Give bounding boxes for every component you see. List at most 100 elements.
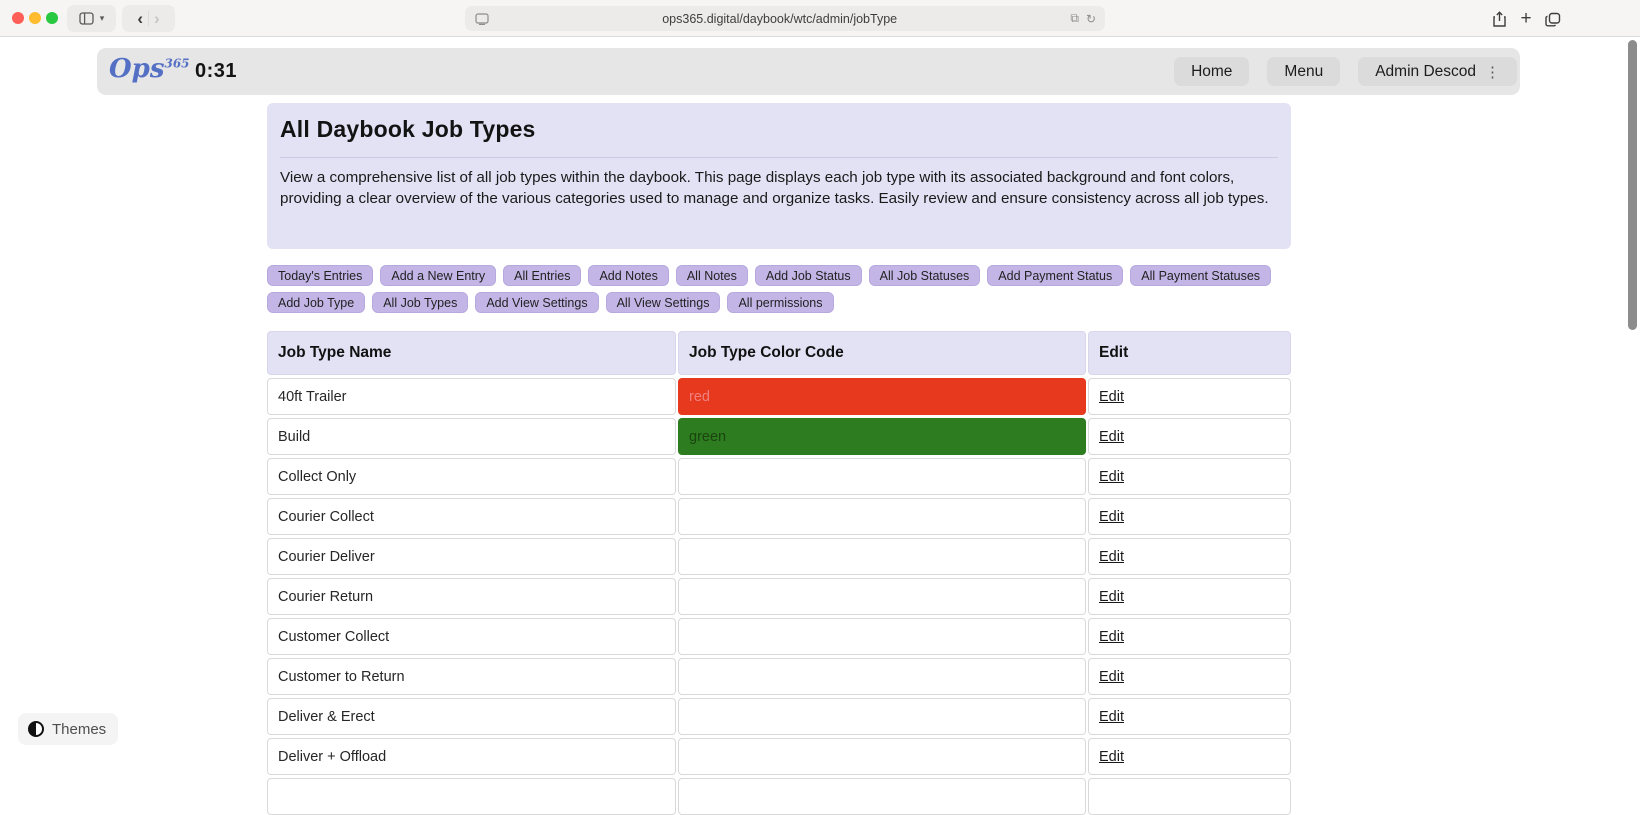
edit-cell: Edit (1088, 658, 1291, 695)
nav-button-label: Home (1191, 62, 1233, 80)
job-type-name-cell: Courier Deliver (267, 538, 676, 575)
app-header: Ops365 0:31 Home Menu Admin Descod ⋮ (97, 48, 1520, 95)
job-type-name-cell: Courier Collect (267, 498, 676, 535)
edit-link[interactable]: Edit (1099, 389, 1124, 405)
edit-link[interactable]: Edit (1099, 709, 1124, 725)
toolbar-button[interactable]: All permissions (727, 292, 834, 313)
nav-button-home[interactable]: Home (1174, 57, 1250, 86)
logo-text: Ops (109, 54, 165, 84)
chevron-down-icon: ▾ (99, 13, 105, 23)
job-type-color-cell: green (678, 418, 1086, 455)
table-row: Deliver & Erect Edit (267, 698, 1291, 735)
back-button[interactable]: ‹ (137, 10, 143, 27)
edit-link[interactable]: Edit (1099, 629, 1124, 645)
toolbar-button[interactable]: Today's Entries (267, 265, 374, 286)
edit-link[interactable]: Edit (1099, 469, 1124, 485)
job-type-color-cell (678, 578, 1086, 615)
job-type-name-cell: Customer Collect (267, 618, 676, 655)
job-type-color-cell (678, 458, 1086, 495)
minimize-window-button[interactable] (29, 12, 41, 24)
theme-toggle-icon (28, 721, 44, 737)
toolbar-button[interactable]: All Payment Statuses (1130, 265, 1272, 286)
edit-link[interactable]: Edit (1099, 749, 1124, 765)
job-type-color-cell: red (678, 378, 1086, 415)
job-type-color-cell (678, 738, 1086, 775)
table-row: Build green Edit (267, 418, 1291, 455)
url-text[interactable]: ops365.digital/daybook/wtc/admin/jobType (489, 12, 1070, 26)
logo-sup: 365 (164, 56, 190, 71)
themes-button[interactable]: Themes (18, 713, 119, 745)
table-header-row: Job Type Name Job Type Color Code Edit (267, 331, 1291, 375)
toolbar-button[interactable]: Add Job Status (754, 265, 862, 286)
table-row: Customer to Return Edit (267, 658, 1291, 695)
page-description: View a comprehensive list of all job typ… (280, 169, 1269, 207)
edit-cell: Edit (1088, 498, 1291, 535)
forward-button[interactable]: › (154, 10, 160, 27)
job-type-name-cell: Deliver + Offload (267, 738, 676, 775)
job-type-name-cell: Courier Return (267, 578, 676, 615)
toolbar-button[interactable]: Add Job Type (267, 292, 366, 313)
job-type-name-cell: Customer to Return (267, 658, 676, 695)
toolbar-button[interactable]: All View Settings (605, 292, 721, 313)
toolbar-button[interactable]: Add Notes (588, 265, 669, 286)
vertical-scrollbar[interactable] (1628, 40, 1637, 330)
toolbar-button[interactable]: Add a New Entry (380, 265, 497, 286)
app-nav: Home Menu Admin Descod ⋮ (1174, 48, 1517, 95)
table-row: Courier Collect Edit (267, 498, 1291, 535)
close-window-button[interactable] (12, 12, 24, 24)
job-type-color-cell (678, 698, 1086, 735)
table-row: Deliver + Offload Edit (267, 738, 1291, 775)
nav-button-label: Admin Descod (1375, 62, 1476, 80)
sidebar-toggle[interactable]: ▾ (67, 5, 116, 32)
nav-button-admin-descod[interactable]: Admin Descod ⋮ (1358, 57, 1517, 86)
edit-link[interactable]: Edit (1099, 549, 1124, 565)
toolbar-button[interactable]: Add View Settings (475, 292, 599, 313)
translate-icon[interactable]: ⧉ (1070, 11, 1079, 26)
zoom-window-button[interactable] (46, 12, 58, 24)
nav-button-menu[interactable]: Menu (1267, 57, 1341, 86)
edit-link[interactable]: Edit (1099, 589, 1124, 605)
kebab-icon: ⋮ (1485, 63, 1500, 81)
session-timer: 0:31 (195, 60, 238, 82)
edit-link[interactable]: Edit (1099, 509, 1124, 525)
edit-link[interactable]: Edit (1099, 669, 1124, 685)
job-type-name-cell: Deliver & Erect (267, 698, 676, 735)
toolbar-button[interactable]: Add Payment Status (987, 265, 1124, 286)
job-type-name-cell: 40ft Trailer (267, 378, 676, 415)
table-row: 40ft Trailer red Edit (267, 378, 1291, 415)
edit-cell: Edit (1088, 538, 1291, 575)
reload-icon[interactable]: ↻ (1086, 12, 1096, 26)
tab-overview-button[interactable] (1540, 6, 1566, 32)
plus-icon: + (1520, 8, 1532, 29)
job-types-table: Job Type Name Job Type Color Code Edit 40f… (267, 331, 1291, 815)
new-tab-button[interactable]: + (1513, 6, 1539, 32)
history-nav: ‹ › (122, 5, 175, 32)
toolbar: Today's Entries Add a New Entry All Entrie… (267, 265, 1291, 313)
column-header: Job Type Name (267, 331, 676, 375)
edit-cell: Edit (1088, 458, 1291, 495)
toolbar-button[interactable]: All Entries (503, 265, 582, 286)
edit-cell: Edit (1088, 738, 1291, 775)
ops365-logo[interactable]: Ops365 (109, 54, 190, 84)
intro-panel: All Daybook Job Types View a comprehensi… (267, 103, 1291, 249)
table-row: Customer Collect Edit (267, 618, 1291, 655)
edit-cell: Edit (1088, 698, 1291, 735)
page-settings-icon[interactable] (475, 12, 489, 25)
toolbar-button[interactable]: All Job Types (372, 292, 469, 313)
address-bar[interactable]: ops365.digital/daybook/wtc/admin/jobType… (465, 6, 1105, 31)
job-type-name-cell: Build (267, 418, 676, 455)
job-type-name-cell: Collect Only (267, 458, 676, 495)
table-row: Courier Deliver Edit (267, 538, 1291, 575)
toolbar-button[interactable]: All Notes (675, 265, 748, 286)
edit-cell: Edit (1088, 618, 1291, 655)
edit-link[interactable]: Edit (1099, 429, 1124, 445)
job-type-name-cell (267, 778, 676, 815)
share-icon (1492, 10, 1506, 27)
page-title: All Daybook Job Types (280, 116, 536, 142)
table-body: 40ft Trailer red Edit Build green Edit Collect… (267, 378, 1291, 815)
column-header: Job Type Color Code (678, 331, 1086, 375)
share-button[interactable] (1486, 6, 1512, 32)
toolbar-button[interactable]: All Job Statuses (868, 265, 981, 286)
divider (280, 157, 1278, 158)
job-type-color-cell (678, 618, 1086, 655)
